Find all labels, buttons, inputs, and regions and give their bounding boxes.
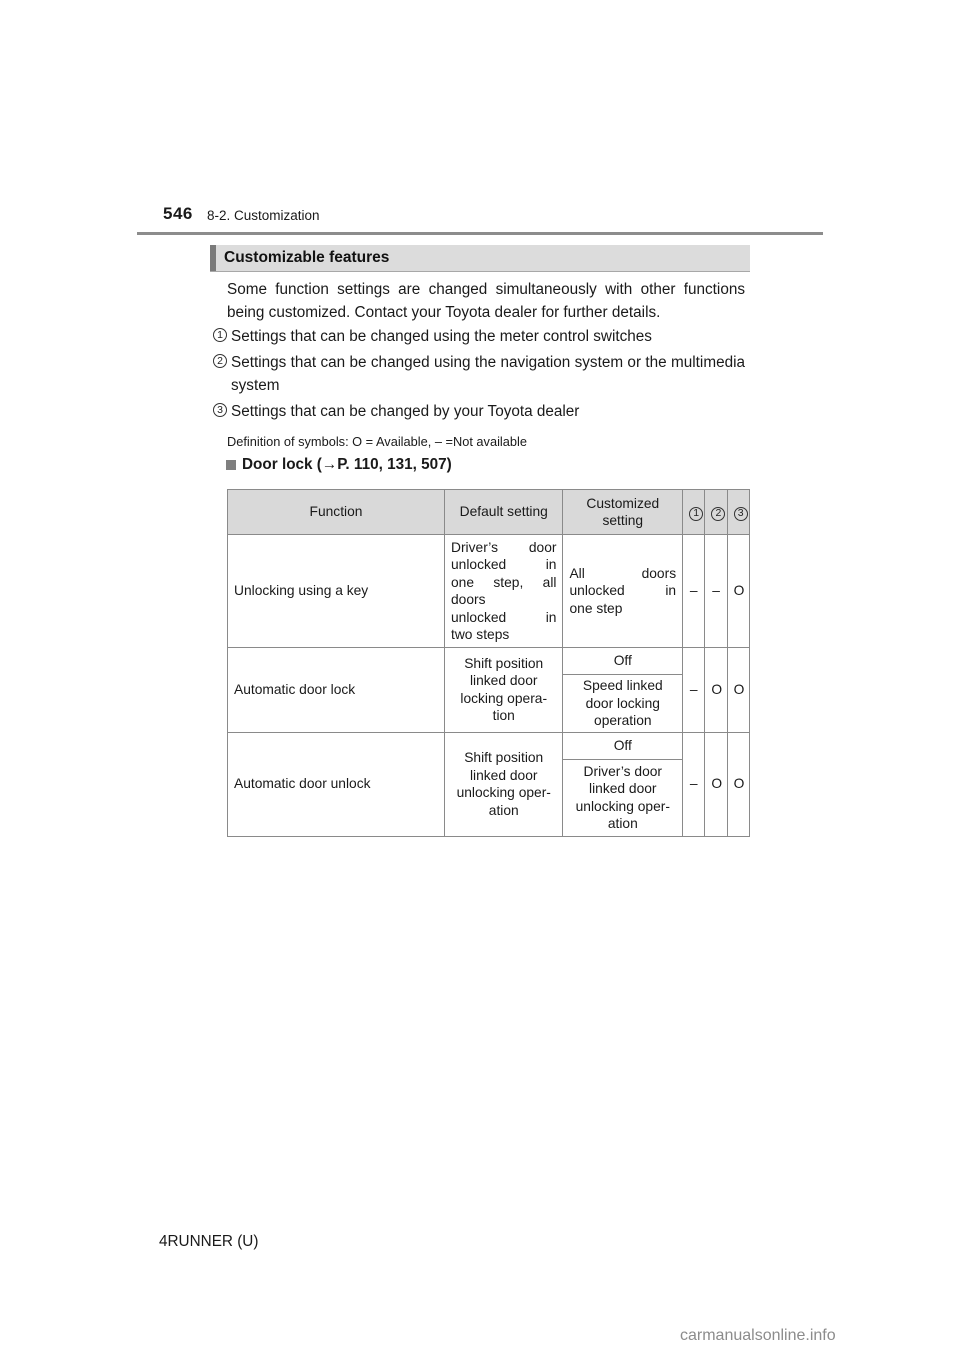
- subsection-heading: Door lock ( → P. 110, 131, 507): [226, 456, 452, 474]
- door-lock-table: Function Default setting Customized sett…: [227, 489, 751, 837]
- cell-mark-1: –: [682, 534, 706, 648]
- page-references: P. 110, 131, 507): [337, 456, 452, 473]
- cell-function: Automatic door unlock: [227, 731, 445, 837]
- header-col-3: 3: [726, 489, 751, 535]
- header-customized-line1: Customized: [586, 495, 660, 511]
- intro-paragraph: Some function settings are changed simul…: [227, 281, 745, 321]
- subsection-title: Door lock (: [242, 456, 322, 473]
- cell-mark-1: –: [682, 647, 706, 733]
- cell-line: linked door: [469, 673, 538, 689]
- cell-line: ation: [607, 816, 638, 831]
- cell-line: linked door: [589, 781, 657, 796]
- table-row: Automatic door unlock Shift position lin…: [227, 731, 751, 837]
- cell-mark-2: O: [704, 731, 728, 837]
- page-number: 546: [163, 204, 193, 223]
- header-default-setting: Default setting: [443, 489, 564, 535]
- cell-line: unlocked in: [451, 609, 557, 625]
- table-row: Automatic door lock Shift position linke…: [227, 647, 751, 733]
- arrow-right-icon: →: [321, 456, 338, 473]
- circled-number-1-icon: 1: [213, 328, 227, 342]
- symbols-definition: Definition of symbols: O = Available, – …: [227, 434, 527, 449]
- circled-number-2-icon: 2: [711, 506, 726, 521]
- cell-function: Unlocking using a key: [227, 534, 445, 648]
- cell-customized-setting: All doors unlocked in one step: [562, 534, 684, 648]
- header-function: Function: [227, 489, 445, 535]
- cell-default-setting: Shift position linked door locking opera…: [443, 647, 564, 733]
- cell-line: unlocking oper-: [575, 798, 670, 814]
- section-heading: Customizable features: [210, 245, 750, 272]
- cell-line: Shift position: [464, 750, 544, 765]
- cell-mark-1: –: [682, 731, 706, 837]
- cell-line: Driver’s door: [583, 763, 663, 779]
- cell-line: All doors: [569, 565, 677, 581]
- cell-line: door locking: [585, 695, 660, 711]
- circled-number-3-icon: 3: [733, 506, 748, 521]
- cell-line: locking opera-: [460, 690, 548, 706]
- header-col-1: 1: [682, 489, 706, 535]
- cell-function: Automatic door lock: [227, 647, 445, 733]
- cell-line: tion: [492, 708, 515, 724]
- legend-text: Settings that can be changed using the n…: [231, 354, 745, 394]
- cell-default-setting: Shift position linked door unlocking ope…: [443, 731, 564, 837]
- cell-line: one step: [569, 600, 623, 616]
- cell-customized-setting: Off: [562, 647, 684, 675]
- square-bullet-icon: [226, 460, 236, 470]
- legend-item: 2 Settings that can be changed using the…: [213, 351, 745, 397]
- legend-text: Settings that can be changed by your Toy…: [231, 403, 580, 420]
- section-label: 8-2. Customization: [207, 208, 320, 223]
- table-header-row: Function Default setting Customized sett…: [227, 489, 751, 535]
- cell-line: doors: [451, 592, 486, 607]
- cell-mark-3: O: [726, 647, 751, 733]
- cell-line: Driver’s door: [451, 539, 557, 555]
- cell-line: unlocked in: [451, 557, 557, 572]
- heading-accent-bar: [210, 245, 216, 271]
- table-row: Unlocking using a key Driver’s door unlo…: [227, 534, 751, 648]
- cell-line: linked door: [469, 767, 538, 783]
- cell-line: ation: [488, 802, 519, 818]
- cell-line: Shift position: [464, 655, 544, 671]
- cell-customized-setting: Off: [562, 731, 684, 760]
- cell-line: one step, all: [451, 574, 557, 590]
- cell-default-setting: Driver’s door unlocked in one step, all …: [443, 534, 564, 648]
- watermark-link[interactable]: carmanualsonline.info: [680, 1327, 836, 1345]
- legend-item: 1 Settings that can be changed using the…: [213, 325, 745, 348]
- circled-number-2-icon: 2: [213, 354, 227, 368]
- header-customized-line2: setting: [602, 513, 644, 528]
- cell-mark-3: O: [726, 534, 751, 648]
- circled-number-1-icon: 1: [689, 506, 704, 521]
- header-customized-setting: Customized setting: [562, 489, 684, 535]
- cell-line: operation: [594, 713, 652, 728]
- legend-text: Settings that can be changed using the m…: [231, 328, 652, 345]
- footer-model: 4RUNNER (U): [159, 1233, 259, 1250]
- cell-line: unlocked in: [569, 583, 677, 599]
- cell-line: unlocking oper-: [456, 785, 551, 800]
- legend-item: 3 Settings that can be changed by your T…: [213, 400, 745, 423]
- cell-mark-3: O: [726, 731, 751, 837]
- cell-customized-setting: Speed linked door locking operation: [562, 674, 684, 733]
- cell-mark-2: O: [704, 647, 728, 733]
- cell-customized-setting: Driver’s door linked door unlocking oper…: [562, 758, 684, 837]
- header-col-2: 2: [704, 489, 728, 535]
- cell-line: Speed linked: [582, 678, 663, 693]
- circled-number-3-icon: 3: [213, 403, 227, 417]
- section-heading-title: Customizable features: [224, 249, 390, 266]
- legend-list: 1 Settings that can be changed using the…: [213, 325, 745, 426]
- header-rule: [137, 232, 823, 235]
- cell-mark-2: –: [704, 534, 728, 648]
- cell-line: two steps: [451, 627, 510, 642]
